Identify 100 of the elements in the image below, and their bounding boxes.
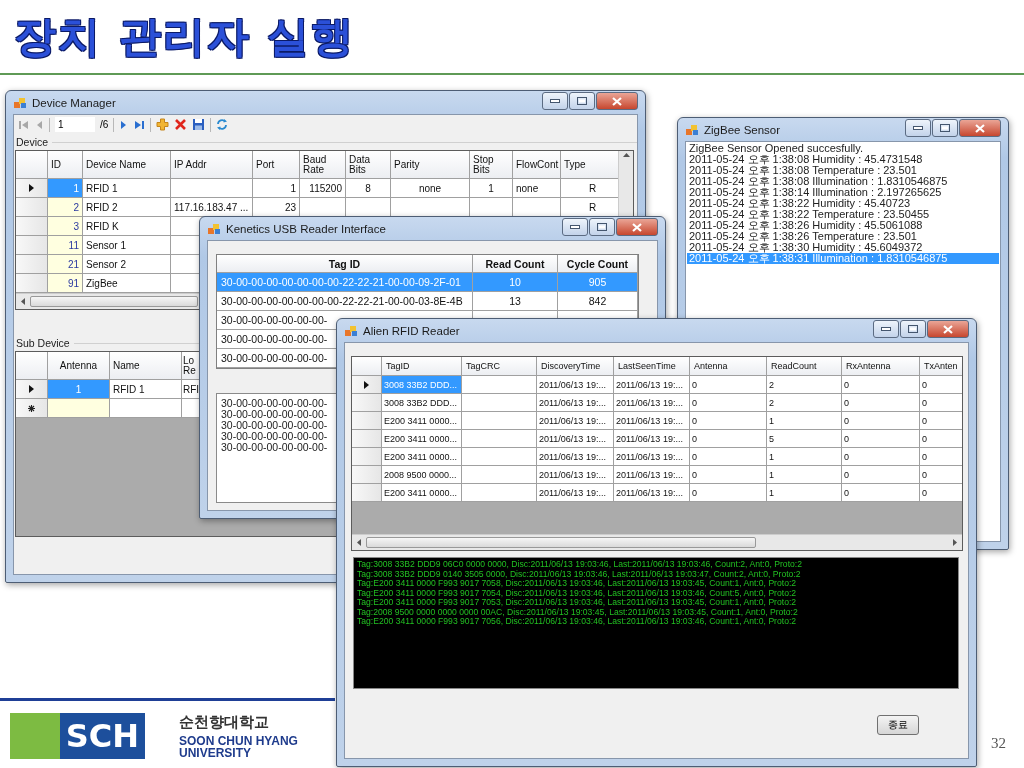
table-cell: 91 <box>48 274 83 293</box>
last-icon[interactable] <box>133 118 146 131</box>
close-button[interactable] <box>927 320 969 338</box>
table-cell: 1 <box>767 448 842 466</box>
save-icon[interactable] <box>192 118 206 131</box>
window-title: Kenetics USB Reader Interface <box>226 222 386 235</box>
console-line: Tag:3008 33B2 DDD9 0140 3505 0000, Disc:2011/06/13 19:03:46, Last:2011/06/13 19:03:47, Count:2, Ant:0, Proto:2 <box>357 569 802 579</box>
table-cell: 1 <box>470 179 513 198</box>
table-cell: 0 <box>690 466 767 484</box>
column-header[interactable]: TagID <box>382 357 462 376</box>
table-cell: 0 <box>842 394 920 412</box>
maximize-button[interactable] <box>589 218 615 236</box>
table-cell: 0 <box>920 394 962 412</box>
scroll-left-icon[interactable] <box>355 538 363 547</box>
close-button[interactable] <box>616 218 658 236</box>
scroll-up-icon[interactable] <box>621 152 631 158</box>
column-header[interactable]: Antenna <box>48 352 110 380</box>
table-cell: 1 <box>767 466 842 484</box>
log-line[interactable]: 2011-05-24 오후 1:38:26 Humidity : 45.5061088 <box>687 220 999 231</box>
column-header[interactable]: Name <box>110 352 182 380</box>
log-line[interactable]: 2011-05-24 오후 1:38:22 Humidity : 45.40723 <box>687 198 999 209</box>
table-cell: none <box>513 179 561 198</box>
console-line: Tag:2008 9500 0000 0000 0000 00AC, Disc:2011/06/13 19:03:45, Last:2011/06/13 19:03:45, Count:1, Ant:0, Proto:2 <box>357 607 799 617</box>
table-cell: 2011/06/13 19:... <box>537 484 614 502</box>
scroll-left-icon[interactable] <box>19 297 27 306</box>
column-header[interactable]: Parity <box>391 151 470 179</box>
table-cell: 3008 33B2 DDD... <box>382 394 462 412</box>
close-icon <box>632 222 642 232</box>
console-line: Tag:3008 33B2 DDD9 06C0 0000 0000, Disc:2011/06/13 19:03:46, Last:2011/06/13 19:03:46, Count:2, Ant:0, Proto:2 <box>357 560 803 570</box>
table-cell: 117.16.183.47 ... <box>171 198 253 217</box>
table-cell: 2011/06/13 19:... <box>537 448 614 466</box>
log-line[interactable]: 2011-05-24 오후 1:38:08 Humidity : 45.4731548 <box>687 154 999 165</box>
column-header[interactable]: Tag ID <box>217 255 473 273</box>
table-cell: 2011/06/13 19:... <box>614 376 690 394</box>
column-header[interactable]: Read Count <box>473 255 558 273</box>
table-cell: 0 <box>920 448 962 466</box>
column-header[interactable]: ID <box>48 151 83 179</box>
log-line: 30-00-00-00-00-00-00- <box>221 420 328 431</box>
position-field[interactable]: 1 <box>55 117 95 132</box>
log-line[interactable]: 2011-05-24 오후 1:38:22 Temperature : 23.50455 <box>687 209 999 220</box>
page-number: 32 <box>991 734 1006 752</box>
column-header[interactable]: Data Bits <box>346 151 391 179</box>
log-line[interactable]: 2011-05-24 오후 1:38:14 Illumination : 2.197265625 <box>687 187 999 198</box>
column-header[interactable]: Stop Bits <box>470 151 513 179</box>
column-header[interactable]: ReadCount <box>767 357 842 376</box>
column-header[interactable]: Cycle Count <box>558 255 638 273</box>
minimize-button[interactable] <box>905 119 931 137</box>
table-cell: 842 <box>558 292 638 311</box>
horizontal-scrollbar[interactable] <box>352 534 962 550</box>
table-cell: R <box>561 179 618 198</box>
table-cell: 0 <box>690 430 767 448</box>
minimize-button[interactable] <box>562 218 588 236</box>
maximize-button[interactable] <box>932 119 958 137</box>
maximize-button[interactable] <box>569 92 595 110</box>
column-header[interactable]: Baud Rate <box>300 151 346 179</box>
table-cell: 0 <box>920 466 962 484</box>
row-pointer-icon <box>29 385 34 393</box>
log-line[interactable]: 2011-05-24 오후 1:38:08 Illumination : 1.8310546875 <box>687 176 999 187</box>
table-cell: 0 <box>920 430 962 448</box>
column-header[interactable]: LastSeenTime <box>614 357 690 376</box>
log-line[interactable]: ZigBee Sensor Opened succesfully. <box>687 143 999 154</box>
column-header[interactable]: Device Name <box>83 151 171 179</box>
column-header[interactable]: FlowCont <box>513 151 561 179</box>
column-header[interactable]: Antenna <box>690 357 767 376</box>
log-line: 30-00-00-00-00-00-00- <box>221 431 328 442</box>
new-row-icon <box>28 404 35 412</box>
maximize-icon <box>908 325 918 333</box>
delete-icon[interactable] <box>174 118 188 131</box>
close-icon <box>943 324 953 334</box>
column-header[interactable]: DiscoveryTime <box>537 357 614 376</box>
maximize-button[interactable] <box>900 320 926 338</box>
column-header[interactable]: TxAnten <box>920 357 962 376</box>
scroll-right-icon[interactable] <box>951 538 959 547</box>
exit-button[interactable]: 종료 <box>877 715 919 735</box>
close-icon <box>612 96 622 106</box>
log-line[interactable]: 2011-05-24 오후 1:38:08 Temperature : 23.501 <box>687 165 999 176</box>
minimize-button[interactable] <box>542 92 568 110</box>
table-cell: 11 <box>48 236 83 255</box>
table-cell: none <box>391 179 470 198</box>
table-cell: 1 <box>48 179 83 198</box>
column-header[interactable]: Port <box>253 151 300 179</box>
app-icon <box>685 123 699 136</box>
scrollbar-thumb[interactable] <box>30 296 198 307</box>
close-button[interactable] <box>596 92 638 110</box>
minimize-button[interactable] <box>873 320 899 338</box>
column-header[interactable]: TagCRC <box>462 357 537 376</box>
scrollbar-thumb[interactable] <box>366 537 756 548</box>
close-button[interactable] <box>959 119 1001 137</box>
table-cell: ZigBee <box>83 274 171 293</box>
table-cell: RFID 1 <box>83 179 171 198</box>
log-line[interactable]: 2011-05-24 오후 1:38:26 Temperature : 23.501 <box>687 231 999 242</box>
column-header[interactable]: RxAntenna <box>842 357 920 376</box>
table-cell: 0 <box>690 484 767 502</box>
column-header[interactable]: Type <box>561 151 618 179</box>
column-header[interactable]: IP Addr <box>171 151 253 179</box>
log-line[interactable]: 2011-05-24 오후 1:38:30 Humidity : 45.6049372 <box>687 242 999 253</box>
refresh-icon[interactable] <box>216 118 229 131</box>
add-icon[interactable] <box>156 118 170 131</box>
table-cell: 0 <box>690 412 767 430</box>
table-cell: 3 <box>48 217 83 236</box>
